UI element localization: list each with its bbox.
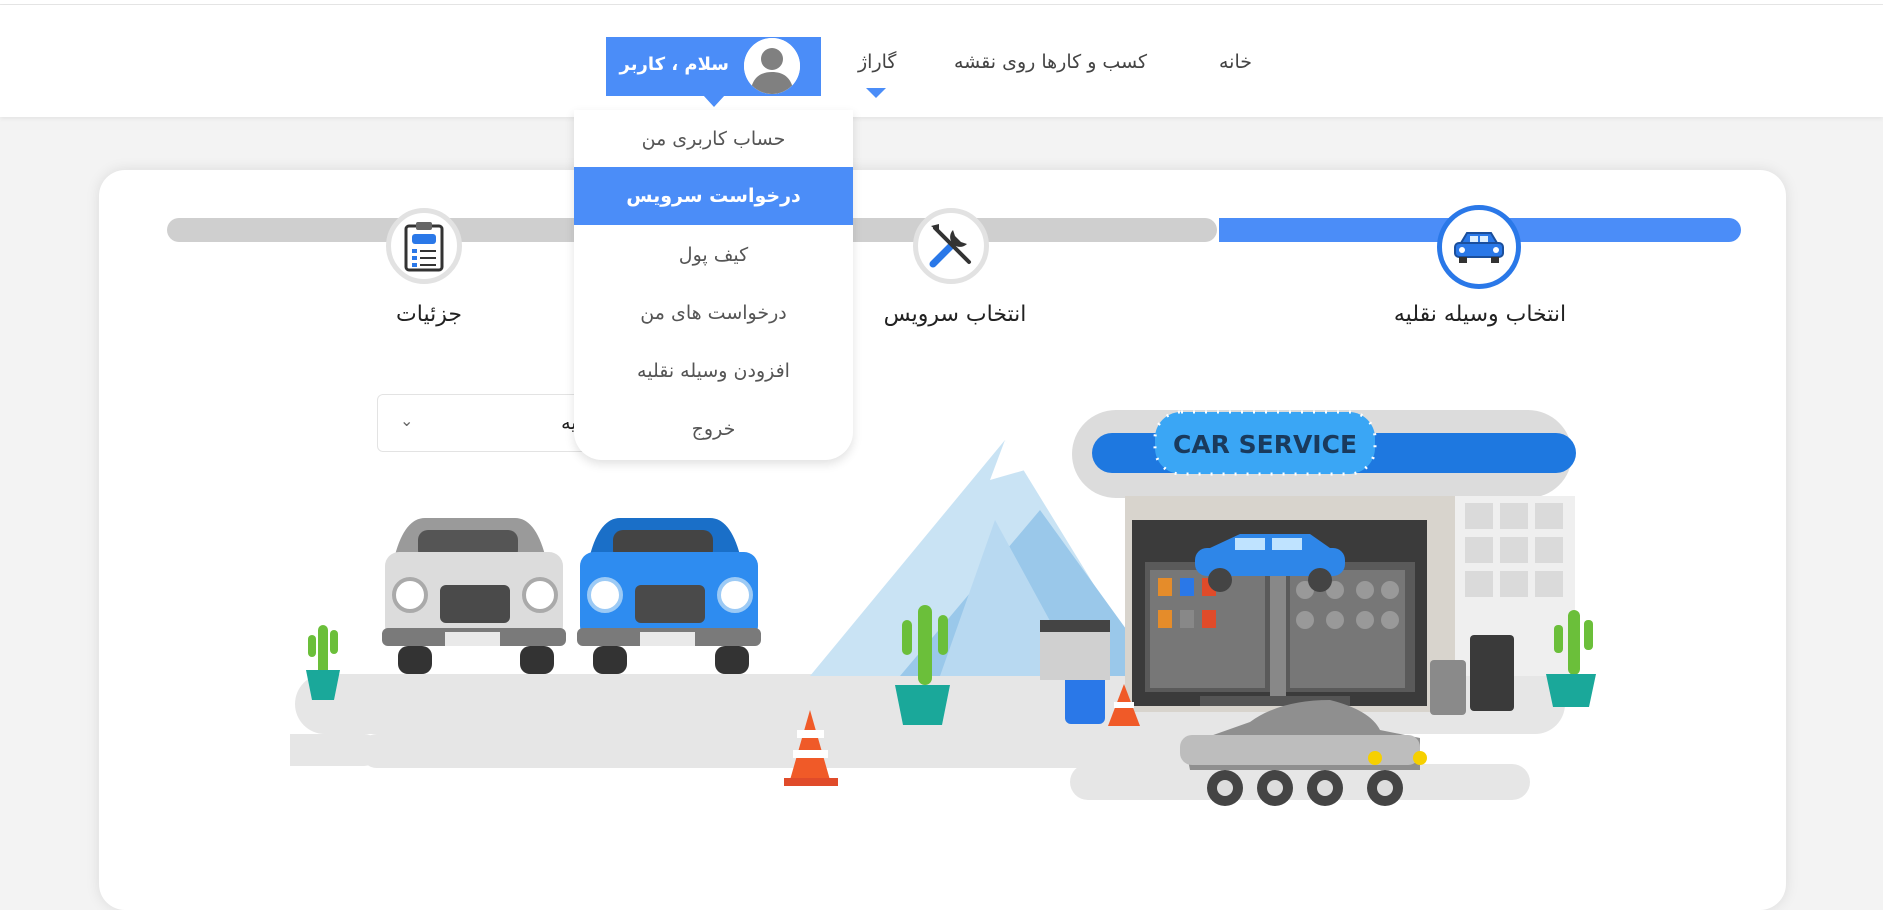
step-vehicle-label: انتخاب وسیله نقلیه <box>1393 302 1567 327</box>
gray-car <box>382 518 566 674</box>
clipboard-icon <box>404 222 444 272</box>
menu-item-service-request[interactable]: درخواست سرویس <box>574 167 853 225</box>
menu-pointer <box>703 95 725 107</box>
avatar <box>744 38 800 94</box>
top-navbar: خانه کسب و کارها روی نقشه گاراژ سلام ، ک… <box>0 5 1883 117</box>
car-icon <box>1454 232 1504 263</box>
nav-map-link[interactable]: کسب و کارها روی نقشه <box>954 51 1147 73</box>
menu-item-logout[interactable]: خروج <box>574 400 853 458</box>
menu-item-my-account[interactable]: حساب کاربری من <box>574 110 853 168</box>
menu-item-add-vehicle[interactable]: افزودن وسیله نقلیه <box>574 342 853 400</box>
user-silhouette-icon <box>744 38 800 94</box>
car-service-sign: CAR SERVICE <box>1173 430 1357 459</box>
tools-icon <box>929 224 971 268</box>
step-service-label: انتخاب سرویس <box>883 302 1027 327</box>
cactus-left <box>306 625 340 700</box>
car-service-illustration: CAR SERVICE <box>290 410 1596 806</box>
nav-home-link[interactable]: خانه <box>1219 51 1252 73</box>
menu-item-my-requests[interactable]: درخواست های من <box>574 284 853 342</box>
user-dropdown-menu: حساب کاربری من درخواست سرویس کیف پول درخ… <box>574 110 853 460</box>
blue-car <box>577 518 761 674</box>
caret-down-icon <box>866 88 886 98</box>
step-vehicle-circle[interactable] <box>1437 205 1521 289</box>
nav-garage-link[interactable]: گاراژ <box>858 51 896 73</box>
step-details-circle[interactable] <box>386 208 462 284</box>
user-greeting: سلام ، کاربر <box>619 54 729 75</box>
menu-item-wallet[interactable]: کیف پول <box>574 226 853 284</box>
step-details-label: جزئیات <box>396 302 462 327</box>
step-service-circle[interactable] <box>913 208 989 284</box>
user-menu-button[interactable]: سلام ، کاربر <box>606 37 821 107</box>
